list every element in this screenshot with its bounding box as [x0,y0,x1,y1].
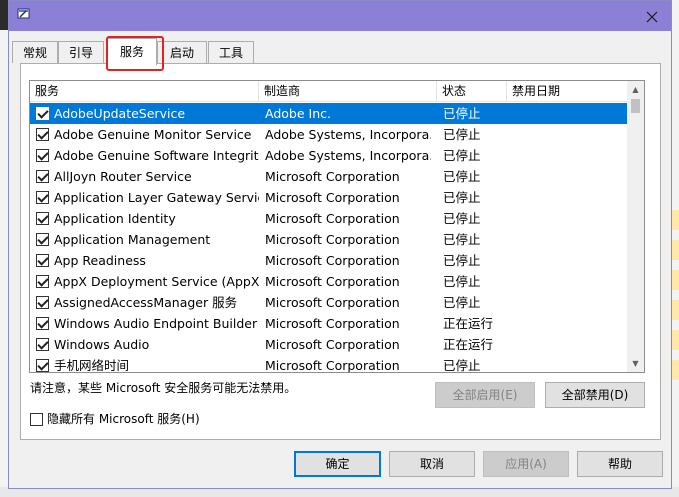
service-name: AssignedAccessManager 服务 [54,295,238,310]
service-name: 手机网络时间 [54,358,130,373]
service-status: 已停止 [443,211,481,226]
service-checkbox[interactable] [36,233,49,246]
column-header-disable-date[interactable]: 禁用日期 [507,81,627,101]
service-name: Windows Audio Endpoint Builder [54,316,258,331]
help-button[interactable]: 帮助 [577,451,663,477]
service-manufacturer: Microsoft Corporation [265,253,400,268]
service-status: 已停止 [443,232,481,247]
service-name: Application Management [54,232,211,247]
service-manufacturer: Microsoft Corporation [265,190,400,205]
table-row[interactable]: Application Management Microsoft Corporat… [30,229,627,250]
list-header: 服务 制造商 状态 禁用日期 [30,81,644,102]
service-status: 已停止 [443,190,481,205]
service-checkbox[interactable] [36,338,49,351]
table-row[interactable]: Windows Audio Endpoint Builder Microsoft … [30,313,627,334]
notice-text: 请注意，某些 Microsoft 安全服务可能无法禁用。 [30,381,297,395]
service-status: 已停止 [443,127,481,142]
service-name: Application Layer Gateway Service [54,190,259,205]
service-name: Application Identity [54,211,176,226]
table-row[interactable]: Application Identity Microsoft Corporatio… [30,208,627,229]
title-bar[interactable] [9,1,671,31]
service-checkbox[interactable] [36,107,49,120]
service-checkbox[interactable] [36,254,49,267]
table-row[interactable]: AdobeUpdateService Adobe Inc. 已停止 [30,103,627,124]
service-manufacturer: Adobe Systems, Incorpora... [265,148,431,163]
service-status: 已停止 [443,358,481,373]
apply-button[interactable]: 应用(A) [483,451,569,477]
service-name: AllJoyn Router Service [54,169,192,184]
tab-tools[interactable]: 工具 [208,41,254,63]
close-button[interactable] [641,5,663,27]
service-manufacturer: Microsoft Corporation [265,274,400,289]
table-row[interactable]: Windows Audio Microsoft Corporation 正在运行 [30,334,627,355]
service-rows: AdobeUpdateService Adobe Inc. 已停止 Adobe Gen… [30,103,627,373]
tab-general[interactable]: 常规 [12,41,58,63]
scroll-up-arrow[interactable]: ▲ [627,81,644,98]
tab-startup[interactable]: 启动 [157,41,207,63]
table-row[interactable]: AllJoyn Router Service Microsoft Corporat… [30,166,627,187]
scroll-down-arrow[interactable]: ▼ [627,355,644,372]
service-name: Adobe Genuine Monitor Service [54,127,252,142]
service-manufacturer: Microsoft Corporation [265,295,400,310]
scroll-thumb[interactable] [631,99,640,113]
service-checkbox[interactable] [36,296,49,309]
table-row[interactable]: Application Layer Gateway Service Microso… [30,187,627,208]
table-row[interactable]: Adobe Genuine Monitor Service Adobe Syste… [30,124,627,145]
services-tab-highlight [106,36,164,71]
service-checkbox[interactable] [36,275,49,288]
table-row[interactable]: 手机网络时间 Microsoft Corporation 已停止 [30,355,627,373]
service-checkbox[interactable] [36,359,49,372]
service-status: 已停止 [443,253,481,268]
msconfig-icon [17,8,30,19]
service-status: 已停止 [443,148,481,163]
service-name: App Readiness [54,253,146,268]
column-header-service[interactable]: 服务 [30,81,259,101]
service-manufacturer: Microsoft Corporation [265,337,400,352]
table-row[interactable]: AppX Deployment Service (AppX... Microsof… [30,271,627,292]
service-name: Adobe Genuine Software Integrit... [54,148,259,163]
service-name: AdobeUpdateService [54,106,186,121]
service-checkbox[interactable] [36,191,49,204]
column-header-manufacturer[interactable]: 制造商 [259,81,437,101]
services-list[interactable]: 服务 制造商 状态 禁用日期 AdobeUpdateService Adobe I… [29,80,645,373]
service-status: 已停止 [443,106,481,121]
vertical-scrollbar[interactable]: ▲ ▼ [627,81,644,372]
column-header-status[interactable]: 状态 [437,81,507,101]
disable-all-button[interactable]: 全部禁用(D) [545,382,645,408]
enable-all-button[interactable]: 全部启用(E) [435,382,535,408]
service-status: 已停止 [443,169,481,184]
service-manufacturer: Microsoft Corporation [265,169,400,184]
hide-microsoft-services-label: 隐藏所有 Microsoft 服务(H) [47,412,200,426]
service-manufacturer: Microsoft Corporation [265,358,400,373]
table-row[interactable]: Adobe Genuine Software Integrit... Adobe … [30,145,627,166]
hide-microsoft-services-box[interactable] [30,413,43,426]
ok-button[interactable]: 确定 [294,451,381,477]
service-manufacturer: Microsoft Corporation [265,316,400,331]
service-status: 已停止 [443,274,481,289]
service-status: 已停止 [443,295,481,310]
service-manufacturer: Adobe Inc. [265,106,331,121]
service-manufacturer: Microsoft Corporation [265,232,400,247]
service-status: 正在运行 [443,337,494,352]
service-checkbox[interactable] [36,128,49,141]
service-checkbox[interactable] [36,212,49,225]
service-status: 正在运行 [443,316,494,331]
service-manufacturer: Microsoft Corporation [265,211,400,226]
service-checkbox[interactable] [36,149,49,162]
tab-boot[interactable]: 引导 [58,41,104,63]
cancel-button[interactable]: 取消 [389,451,475,477]
close-icon [646,11,658,22]
service-checkbox[interactable] [36,170,49,183]
service-checkbox[interactable] [36,317,49,330]
table-row[interactable]: AssignedAccessManager 服务 Microsoft Corpor… [30,292,627,313]
table-row[interactable]: App Readiness Microsoft Corporation 已停止 [30,250,627,271]
service-name: Windows Audio [54,337,150,352]
service-manufacturer: Adobe Systems, Incorpora... [265,127,431,142]
service-name: AppX Deployment Service (AppX... [54,274,259,289]
